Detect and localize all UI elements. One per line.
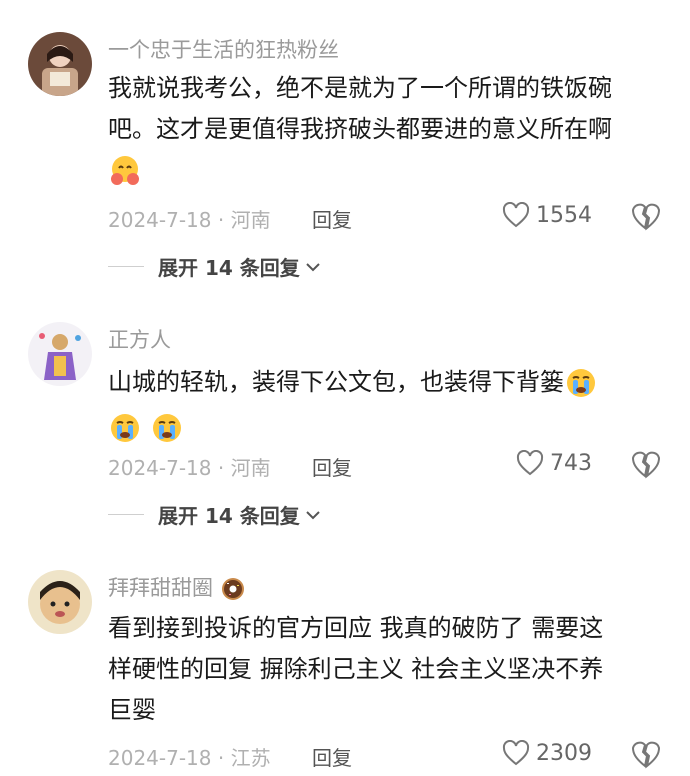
comment-text: 山城的轻轨，装得下公文包，也装得下背篓 [108, 362, 668, 448]
comment-line: 吧。这才是更值得我挤破头都要进的意义所在啊 [108, 115, 612, 143]
like-button[interactable]: 1554 [502, 202, 592, 228]
comment-text: 我就说我考公，绝不是就为了一个所谓的铁饭碗 吧。这才是更值得我挤破头都要进的意义… [108, 68, 668, 191]
like-count: 2309 [536, 740, 592, 766]
divider [108, 514, 144, 515]
comment-date: 2024-7-18 · 河南 [108, 456, 271, 480]
emoji-row [108, 150, 668, 191]
comment-line: 巨婴 [108, 696, 156, 724]
username[interactable]: 一个忠于生活的狂热粉丝 [108, 34, 339, 64]
comment-line-text: 山城的轻轨，装得下公文包，也装得下背篓 [108, 368, 564, 396]
comment-date: 2024-7-18 · 河南 [108, 208, 271, 232]
comment-line: 样硬性的回复 摒除利己主义 社会主义坚决不养 [108, 655, 604, 683]
heart-icon [516, 450, 544, 476]
broken-heart-icon[interactable] [630, 738, 662, 770]
comment-line: 看到接到投诉的官方回应 我真的破防了 需要这 [108, 614, 604, 642]
comment-line: 山城的轻轨，装得下公文包，也装得下背篓 [108, 362, 668, 403]
broken-heart-icon[interactable] [630, 200, 662, 232]
divider [108, 266, 144, 267]
like-count: 1554 [536, 202, 592, 228]
donut-icon [221, 578, 244, 600]
expand-label: 展开 14 条回复 [158, 504, 300, 528]
comment-line: 我就说我考公，绝不是就为了一个所谓的铁饭碗 [108, 74, 612, 102]
avatar[interactable] [28, 570, 92, 634]
username-text: 拜拜甜甜圈 [108, 576, 213, 600]
heart-icon [502, 202, 530, 228]
heart-icon [502, 740, 530, 766]
like-button[interactable]: 743 [516, 450, 592, 476]
username[interactable]: 正方人 [108, 324, 171, 354]
reply-button[interactable]: 回复 [312, 742, 352, 771]
crying-face-emoji [567, 369, 595, 397]
reply-button[interactable]: 回复 [312, 204, 352, 233]
broken-heart-icon[interactable] [630, 448, 662, 480]
crying-face-emoji [111, 414, 139, 442]
avatar[interactable] [28, 32, 92, 96]
comment-date: 2024-7-18 · 江苏 [108, 746, 271, 770]
crying-face-emoji [152, 414, 181, 442]
comment-text: 看到接到投诉的官方回应 我真的破防了 需要这 样硬性的回复 摒除利己主义 社会主… [108, 608, 668, 731]
like-button[interactable]: 2309 [502, 740, 592, 766]
like-count: 743 [550, 450, 592, 476]
avatar[interactable] [28, 322, 92, 386]
expand-label: 展开 14 条回复 [158, 256, 300, 280]
reply-button[interactable]: 回复 [312, 452, 352, 481]
chevron-down-icon [306, 262, 320, 271]
expand-replies-button[interactable]: 展开 14 条回复 [108, 252, 322, 281]
username[interactable]: 拜拜甜甜圈 [108, 572, 246, 602]
hugging-face-emoji [111, 156, 139, 185]
expand-replies-button[interactable]: 展开 14 条回复 [108, 500, 322, 529]
emoji-row [108, 407, 668, 448]
chevron-down-icon [306, 510, 320, 519]
